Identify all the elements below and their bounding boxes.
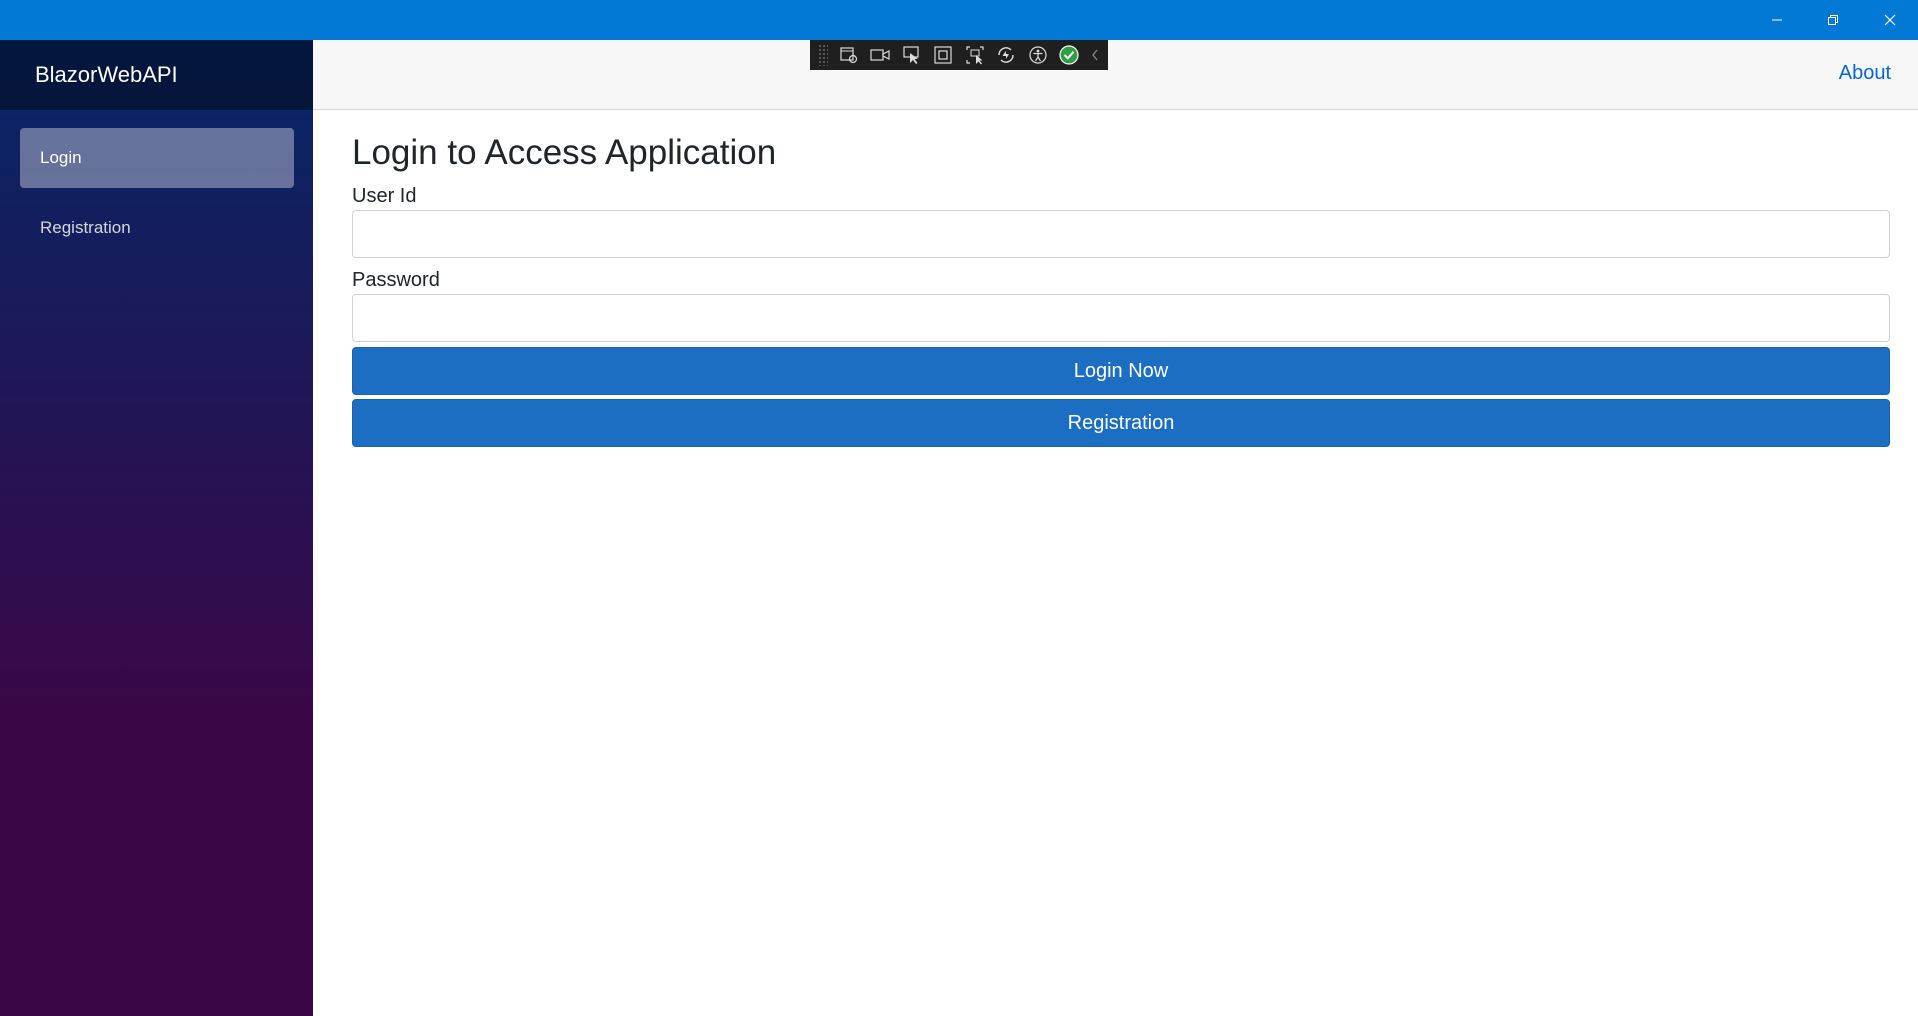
track-focus-icon[interactable] (962, 43, 988, 67)
about-link[interactable]: About (1839, 62, 1891, 85)
password-label: Password (352, 269, 440, 291)
collapse-chevron-icon[interactable] (1088, 43, 1102, 67)
user-id-label: User Id (352, 185, 417, 207)
app-brand[interactable]: BlazorWebAPI (35, 62, 178, 88)
user-id-input[interactable] (352, 210, 1890, 258)
window-title-bar (0, 0, 1918, 40)
page-title: Login to Access Application (352, 133, 777, 172)
live-visual-tree-icon[interactable] (836, 43, 862, 67)
password-input[interactable] (352, 294, 1890, 342)
close-icon[interactable] (1862, 0, 1918, 40)
minimize-icon[interactable] (1749, 0, 1805, 40)
login-now-button[interactable]: Login Now (352, 347, 1890, 395)
sidebar-item-login[interactable]: Login (20, 128, 294, 188)
hot-reload-icon[interactable] (994, 43, 1020, 67)
sidebar: BlazorWebAPI Login Registration (0, 40, 313, 1016)
brand-bar: BlazorWebAPI (0, 40, 313, 110)
select-element-icon[interactable] (899, 43, 925, 67)
dev-toolbar (810, 40, 1108, 70)
drag-grip-icon[interactable] (818, 44, 828, 66)
restore-icon[interactable] (1805, 0, 1861, 40)
top-row: About (313, 40, 1918, 110)
accessibility-icon[interactable] (1025, 43, 1051, 67)
registration-button[interactable]: Registration (352, 399, 1890, 447)
sidebar-nav: Login Registration (0, 110, 313, 258)
main-content: Login to Access Application User Id Pass… (352, 110, 1890, 447)
record-icon[interactable] (867, 43, 893, 67)
display-layout-adorners-icon[interactable] (930, 43, 956, 67)
binding-check-icon[interactable] (1057, 43, 1083, 67)
sidebar-item-registration[interactable]: Registration (20, 198, 294, 258)
